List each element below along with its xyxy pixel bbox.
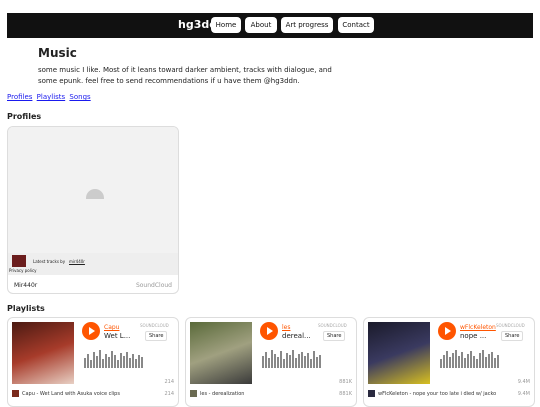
playlist-artwork [368, 322, 430, 384]
track-row[interactable]: wFlcKeleton - nope your too late i died … [364, 390, 534, 399]
soundcloud-brand: SOUNDCLOUD [318, 323, 347, 328]
playlist-card-2: les dereal... SOUNDCLOUD Share 881K les … [185, 317, 357, 407]
playlist-play-count: 881K [339, 379, 352, 385]
privacy-policy-link[interactable]: Privacy policy [9, 268, 37, 273]
track-row[interactable]: Capu - Wet Land with Asuka voice clips 2… [8, 390, 178, 399]
share-button[interactable]: Share [323, 331, 346, 341]
soundcloud-brand: SOUNDCLOUD [140, 323, 169, 328]
track-thumbnail [190, 390, 197, 397]
link-playlists[interactable]: Playlists [37, 93, 66, 101]
playlist-user[interactable]: Capu [104, 324, 119, 331]
page-intro: some music I like. Most of it leans towa… [38, 66, 332, 85]
link-profiles[interactable]: Profiles [7, 93, 32, 101]
profiles-heading: Profiles [7, 112, 42, 121]
playlist-artwork [190, 322, 252, 384]
nav-contact-button[interactable]: Contact [338, 17, 374, 33]
profile-embed-area [8, 127, 178, 253]
track-play-count: 214 [164, 391, 174, 397]
play-button[interactable] [438, 322, 456, 340]
profile-avatar [12, 255, 26, 267]
track-title: wFlcKeleton - nope your too late i died … [378, 391, 497, 397]
waveform[interactable] [84, 348, 143, 368]
nav-home-button[interactable]: Home [211, 17, 241, 33]
track-play-count: 9.4M [517, 391, 530, 397]
playlist-title[interactable]: Wet L... [104, 332, 130, 340]
playlist-play-count: 214 [164, 379, 174, 385]
profile-card: Latest tracks by mir440r Privacy policy … [7, 126, 179, 294]
share-button[interactable]: Share [145, 331, 168, 341]
playlist-title[interactable]: dereal... [282, 332, 311, 340]
playlist-card-1: Capu Wet L... SOUNDCLOUD Share 214 Capu … [7, 317, 179, 407]
section-links: Profiles Playlists Songs [7, 93, 93, 101]
playlist-title[interactable]: nope ... [460, 332, 486, 340]
profile-provider: SoundCloud [135, 282, 172, 289]
waveform[interactable] [440, 348, 499, 368]
share-button[interactable]: Share [501, 331, 524, 341]
soundcloud-brand: SOUNDCLOUD [496, 323, 525, 328]
latest-user-link[interactable]: mir440r [69, 259, 85, 264]
track-title: Capu - Wet Land with Asuka voice clips [22, 391, 120, 397]
nav-about-button[interactable]: About [245, 17, 277, 33]
playlist-play-count: 9.4M [517, 379, 530, 385]
top-navbar: hg3ddn Home About Art progress Contact [7, 13, 533, 38]
playlist-card-3: wFlcKeleton nope ... SOUNDCLOUD Share 9.… [363, 317, 535, 407]
playlist-user[interactable]: les [282, 324, 290, 331]
link-songs[interactable]: Songs [69, 93, 90, 101]
track-row[interactable]: les - derealization 881K [186, 390, 356, 399]
playlist-artwork [12, 322, 74, 384]
nav-art-progress-button[interactable]: Art progress [281, 17, 333, 33]
playlists-heading: Playlists [7, 304, 45, 313]
playlist-user[interactable]: wFlcKeleton [460, 324, 496, 331]
page-title: Music [38, 46, 77, 60]
soundcloud-logo-icon [86, 189, 104, 199]
play-button[interactable] [260, 322, 278, 340]
profile-name: Mir440r [14, 282, 38, 289]
play-button[interactable] [82, 322, 100, 340]
profile-latest-bar[interactable]: Latest tracks by mir440r Privacy policy [8, 253, 178, 275]
track-play-count: 881K [339, 391, 352, 397]
track-title: les - derealization [200, 391, 245, 397]
waveform[interactable] [262, 348, 321, 368]
latest-prefix: Latest tracks by [33, 259, 66, 264]
track-thumbnail [368, 390, 375, 397]
track-thumbnail [12, 390, 19, 397]
